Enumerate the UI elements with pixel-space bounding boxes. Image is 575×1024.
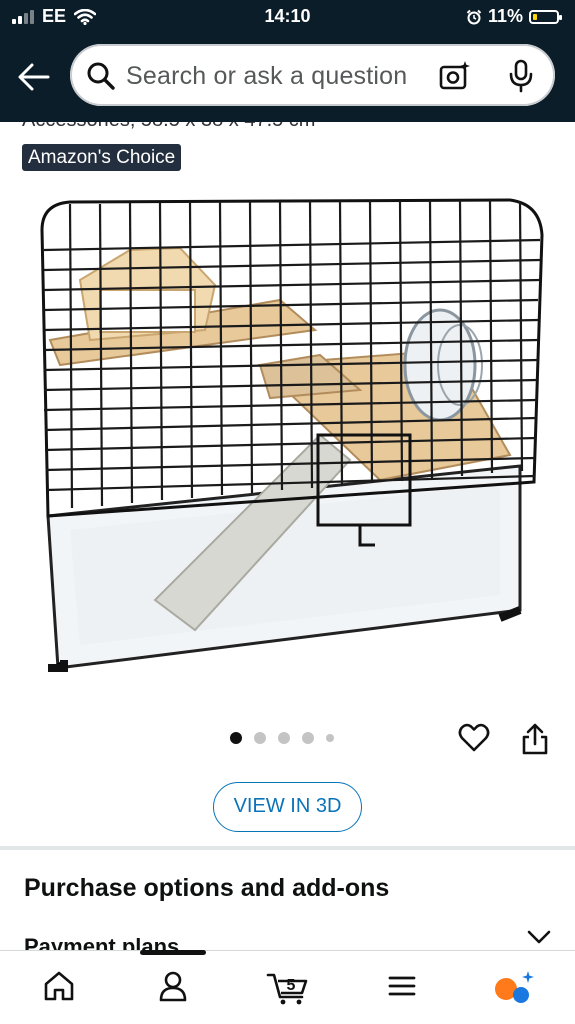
product-page: EE 14:10 11% Search or ask a question Am…: [0, 0, 575, 1024]
ai-assistant-icon[interactable]: [492, 969, 536, 1007]
purchase-options-heading: Purchase options and add-ons: [24, 874, 390, 902]
search-icon: [87, 62, 115, 90]
share-icon[interactable]: [520, 722, 550, 756]
top-header: EE 14:10 11% Search or ask a question: [0, 0, 575, 122]
view-in-3d-button[interactable]: VIEW IN 3D: [213, 782, 362, 832]
home-icon[interactable]: [42, 969, 76, 1003]
search-bar[interactable]: Search or ask a question: [70, 44, 555, 106]
chevron-down-icon[interactable]: [526, 928, 552, 946]
amazons-choice-badge: Amazon's Choice: [22, 144, 182, 171]
active-tab-indicator: [140, 950, 206, 955]
microphone-icon[interactable]: [508, 59, 534, 93]
cart-count: 5: [287, 977, 296, 994]
bottom-nav-bar: 5: [0, 950, 575, 1024]
alarm-icon: [466, 9, 482, 24]
battery-percent: 11%: [487, 6, 523, 26]
carousel-dot[interactable]: [302, 732, 314, 744]
back-arrow-icon[interactable]: [16, 60, 52, 94]
payment-plans-row[interactable]: Payment plans: [24, 932, 324, 950]
cart-icon[interactable]: 5: [266, 969, 310, 1005]
heart-icon[interactable]: [458, 723, 490, 753]
carousel-dot[interactable]: [326, 734, 334, 742]
person-icon[interactable]: [156, 969, 190, 1003]
product-image[interactable]: [30, 190, 550, 680]
status-bar: EE 14:10 11%: [0, 0, 575, 34]
carousel-dot[interactable]: [230, 732, 242, 744]
battery-icon: [529, 9, 562, 24]
carousel-dot[interactable]: [254, 732, 266, 744]
search-placeholder[interactable]: Search or ask a question: [126, 62, 407, 91]
camera-search-icon[interactable]: [438, 60, 472, 92]
image-carousel-dots[interactable]: [230, 732, 334, 744]
carousel-dot[interactable]: [278, 732, 290, 744]
section-divider: [0, 846, 575, 850]
product-title-fragment: Accessories, 58.5 x 38 x 47.5 cm: [22, 122, 422, 134]
menu-icon[interactable]: [386, 969, 418, 1003]
